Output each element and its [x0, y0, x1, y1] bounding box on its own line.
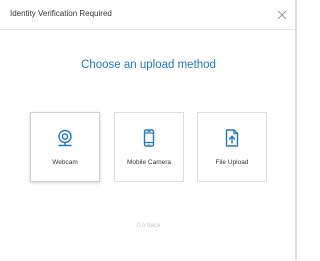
dialog-header: Identity Verification Required	[0, 0, 297, 30]
mobile-phone-icon	[140, 129, 158, 147]
dialog-title: Identity Verification Required	[10, 9, 112, 18]
upload-method-heading: Choose an upload method	[81, 59, 216, 71]
identity-verification-dialog: Identity Verification Required Choose an…	[0, 0, 297, 260]
mobile-camera-label: Mobile Camera	[126, 159, 172, 166]
close-button[interactable]	[275, 8, 289, 22]
webcam-option[interactable]: Webcam	[30, 112, 100, 182]
file-upload-icon	[223, 129, 241, 147]
file-upload-label: File Upload	[215, 159, 249, 166]
go-back-link[interactable]: Go back	[0, 222, 297, 229]
mobile-camera-option[interactable]: Mobile Camera	[114, 112, 184, 182]
webcam-label: Webcam	[52, 159, 78, 166]
file-upload-option[interactable]: File Upload	[197, 112, 267, 182]
close-icon	[277, 10, 287, 20]
webcam-icon	[56, 129, 74, 147]
